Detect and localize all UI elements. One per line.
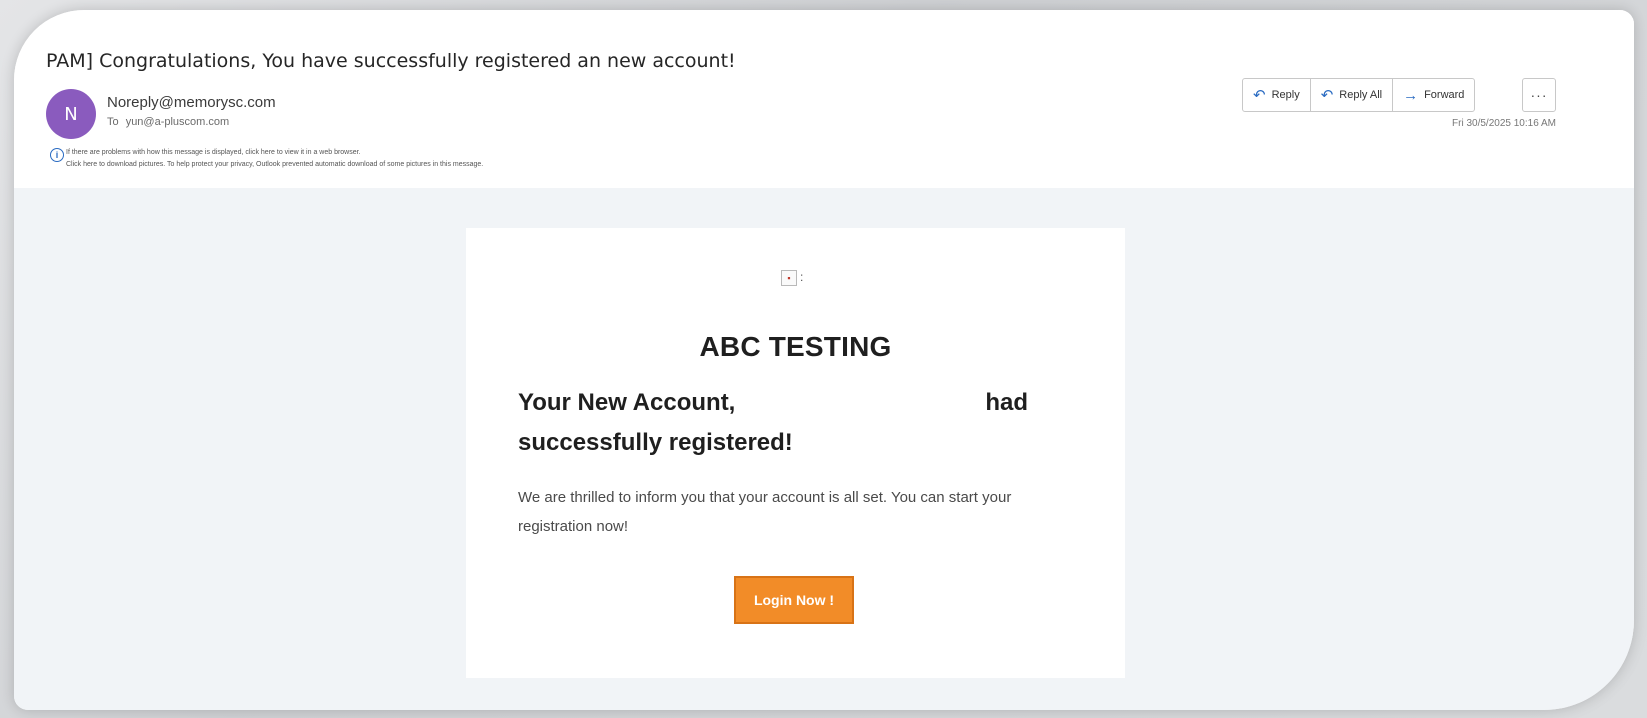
message-actions: ↶ Reply ↶ Reply All → Forward — [1242, 78, 1476, 112]
screenshot-frame: PAM] Congratulations, You have successfu… — [0, 0, 1647, 718]
email-header: PAM] Congratulations, You have successfu… — [14, 10, 1634, 188]
brand-title: ABC TESTING — [699, 331, 892, 362]
email-reading-pane: PAM] Congratulations, You have successfu… — [14, 10, 1634, 710]
reply-all-arrow-icon: ↶ — [1320, 86, 1334, 104]
more-actions-button[interactable]: ··· — [1522, 78, 1556, 112]
info-icon: i — [50, 148, 64, 162]
reply-arrow-icon: ↶ — [1253, 86, 1266, 104]
message-paragraph: We are thrilled to inform you that your … — [518, 489, 1012, 535]
sender-address[interactable]: Noreply@memorysc.com — [107, 94, 276, 111]
forward-label: Forward — [1424, 89, 1465, 101]
forward-button[interactable]: → Forward — [1393, 79, 1474, 111]
reply-all-button[interactable]: ↶ Reply All — [1311, 79, 1394, 111]
login-now-button[interactable]: Login Now ! — [734, 576, 854, 624]
reply-all-label: Reply All — [1339, 89, 1383, 101]
headline-part2: had — [985, 389, 1029, 416]
recipient-address[interactable]: yun@a-pluscom.com — [126, 116, 229, 128]
headline-part1: Your New Account, — [518, 389, 736, 416]
broken-image-icon[interactable]: ▪ — [781, 270, 803, 286]
message-card: ▪ ABC TESTING Your New Account, had succes… — [466, 228, 1125, 678]
download-pictures-notice[interactable]: Click here to download pictures. To help… — [66, 161, 483, 168]
received-date: Fri 30/5/2025 10:16 AM — [1452, 118, 1556, 129]
recipient-line: To yun@a-pluscom.com — [107, 116, 229, 128]
account-headline: Your New Account, had successfully registe… — [518, 383, 1078, 463]
sender-avatar[interactable]: N — [46, 89, 96, 139]
headline-part3: successfully registered! — [518, 429, 793, 456]
reply-label: Reply — [1271, 89, 1300, 101]
display-problem-notice[interactable]: If there are problems with how this mess… — [66, 149, 361, 156]
email-body: ▪ ABC TESTING Your New Account, had succes… — [14, 188, 1634, 710]
reply-button[interactable]: ↶ Reply — [1243, 79, 1311, 111]
forward-arrow-icon: → — [1403, 86, 1419, 104]
to-label: To — [107, 116, 119, 128]
email-subject: PAM] Congratulations, You have successfu… — [46, 50, 736, 72]
